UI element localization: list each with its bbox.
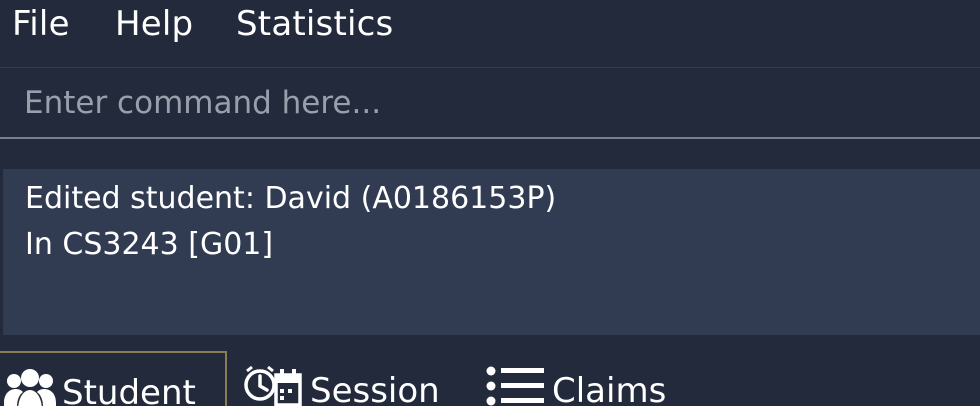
tab-student-label: Student bbox=[62, 373, 196, 406]
result-message-line: Edited student: David (A0186153P) bbox=[25, 181, 557, 216]
menu-file[interactable]: File bbox=[12, 2, 70, 46]
result-display: Edited student: David (A0186153P) In CS3… bbox=[3, 169, 980, 335]
menu-bar: File Help Statistics bbox=[0, 0, 980, 68]
list-icon bbox=[484, 365, 546, 406]
result-display-area: Edited student: David (A0186153P) In CS3… bbox=[0, 139, 980, 351]
command-input[interactable] bbox=[0, 69, 980, 137]
tab-student[interactable]: Student bbox=[0, 351, 227, 406]
tab-bar: Student Session Claims bbox=[0, 351, 980, 406]
menu-statistics[interactable]: Statistics bbox=[236, 2, 393, 46]
tab-session-label: Session bbox=[310, 371, 440, 406]
menu-help[interactable]: Help bbox=[115, 2, 193, 46]
command-box bbox=[0, 69, 980, 139]
result-message-line: In CS3243 [G01] bbox=[25, 227, 274, 262]
tab-session[interactable]: Session bbox=[236, 351, 466, 406]
tab-claims[interactable]: Claims bbox=[480, 351, 720, 406]
session-clock-calendar-icon bbox=[242, 365, 304, 406]
app-window: File Help Statistics Edited student: Dav… bbox=[0, 0, 980, 406]
tab-claims-label: Claims bbox=[552, 371, 667, 406]
students-icon bbox=[2, 367, 58, 406]
